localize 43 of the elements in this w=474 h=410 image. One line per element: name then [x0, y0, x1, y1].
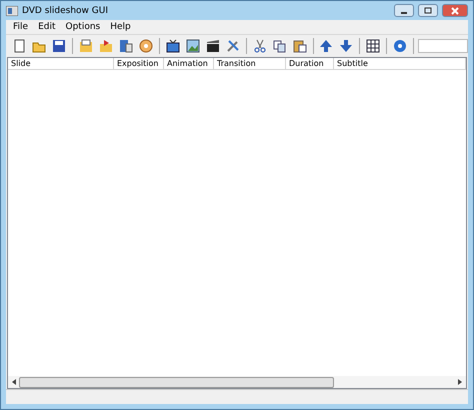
- grid-button[interactable]: [364, 37, 382, 55]
- menu-item[interactable]: Help: [105, 22, 136, 32]
- column-header[interactable]: Subtitle: [334, 58, 466, 70]
- disc-button[interactable]: [136, 37, 155, 55]
- column-header[interactable]: Duration: [286, 58, 334, 70]
- window-title: DVD slideshow GUI: [22, 6, 109, 16]
- scroll-right-icon[interactable]: [457, 378, 463, 386]
- menu-item[interactable]: Edit: [33, 22, 60, 32]
- horizontal-scrollbar[interactable]: [8, 376, 466, 388]
- folder-arrow-icon: [98, 38, 114, 54]
- column-header[interactable]: Slide: [8, 58, 114, 70]
- column-header[interactable]: Animation: [164, 58, 214, 70]
- image-button[interactable]: [184, 37, 202, 55]
- folder-icon: [78, 38, 94, 54]
- arrow-up-icon: [318, 38, 334, 54]
- tv-button[interactable]: [164, 37, 182, 55]
- app-icon: [6, 6, 18, 16]
- column-header[interactable]: Transition: [214, 58, 286, 70]
- menu-item[interactable]: File: [8, 22, 34, 32]
- arrow-down-icon: [338, 38, 354, 54]
- close-icon: [451, 6, 459, 14]
- maximize-button[interactable]: [418, 4, 438, 17]
- toolbar-input-field[interactable]: [418, 39, 468, 53]
- copy-icon: [272, 38, 288, 54]
- image-icon: [184, 38, 201, 54]
- maximize-icon: [424, 7, 432, 14]
- grid-icon: [365, 38, 382, 54]
- minimize-button[interactable]: [394, 4, 414, 17]
- scroll-left-icon[interactable]: [11, 378, 17, 386]
- save-button[interactable]: [50, 37, 68, 55]
- close-button[interactable]: [442, 4, 468, 17]
- column-header[interactable]: Exposition: [114, 58, 164, 70]
- menu-item[interactable]: Options: [60, 22, 106, 32]
- scrollbar-thumb[interactable]: [19, 376, 334, 388]
- clapperboard-icon: [204, 38, 221, 54]
- save-icon: [51, 38, 67, 54]
- cut-icon: [252, 38, 268, 54]
- disk-icon: [118, 38, 134, 54]
- help-icon: [392, 38, 408, 54]
- paste-icon: [292, 38, 308, 54]
- tools-icon: [224, 38, 241, 54]
- tv-icon: [164, 38, 181, 54]
- disc-icon: [138, 38, 154, 54]
